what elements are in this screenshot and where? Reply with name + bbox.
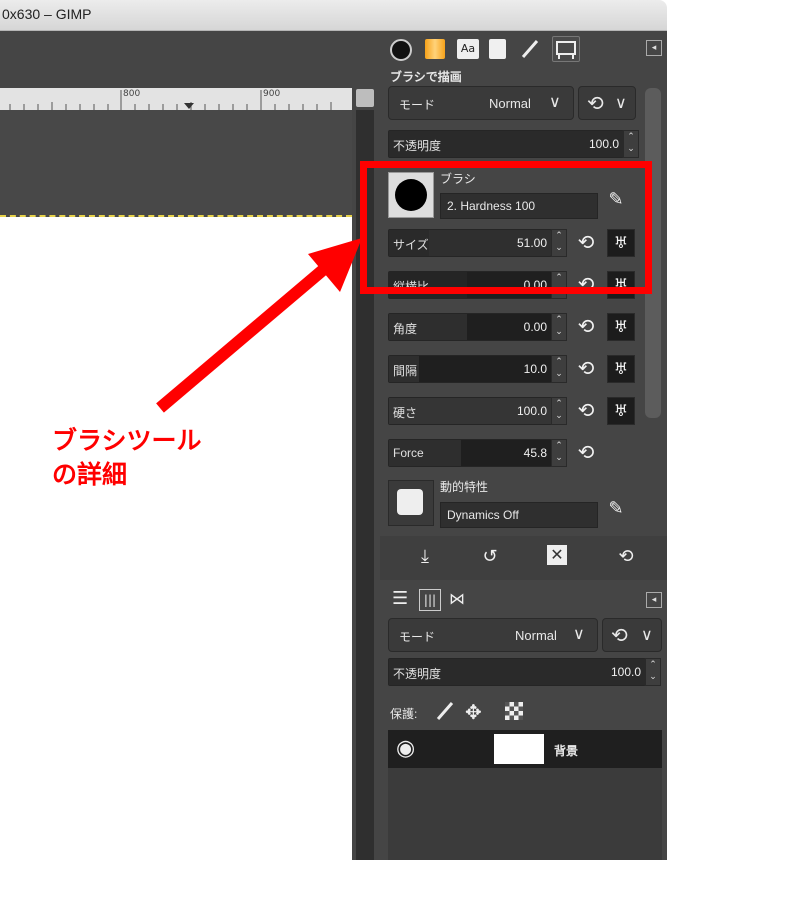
hardness-slider[interactable]: 硬さ 100.0 [388, 397, 552, 425]
lock-position-icon[interactable]: ✥ [465, 700, 482, 724]
layer-opacity-value: 100.0 [610, 665, 641, 679]
chevron-down-icon: ∨ [641, 627, 653, 644]
lock-label: 保護: [390, 707, 418, 721]
horizontal-ruler[interactable]: 800 900 [0, 88, 352, 110]
reset-icon: ⟲ [587, 93, 604, 115]
hardness-label: 硬さ [393, 406, 418, 420]
layer-name: 背景 [554, 744, 579, 758]
eye-icon[interactable]: ◉ [396, 736, 415, 761]
force-slider[interactable]: Force 45.8 [388, 439, 552, 467]
layer-mode-reset-button[interactable]: ⟲ ∨ [602, 618, 662, 652]
lock-pixels-icon[interactable] [434, 700, 456, 726]
dynamics-preview-button[interactable] [388, 480, 434, 526]
mode-dropdown[interactable]: モード Normal ∨ [388, 86, 574, 120]
document-tab-icon[interactable] [489, 39, 506, 59]
channels-tab-icon[interactable]: ||| [419, 589, 441, 611]
layers-tab-icon[interactable]: ☰ [392, 589, 412, 609]
layers-dock-menu-icon[interactable]: ◂ [646, 592, 662, 608]
dynamics-name: Dynamics Off [447, 508, 519, 522]
paintbrush-tab-icon[interactable] [519, 38, 541, 60]
chevron-down-icon: ∨ [549, 94, 561, 111]
force-reset-icon[interactable]: ⟲ [575, 441, 597, 463]
angle-spinner[interactable]: ⌃ ⌄ [551, 313, 567, 341]
hardness-value: 100.0 [516, 404, 547, 418]
edit-dynamics-icon[interactable]: ✎ [603, 496, 629, 522]
brush-details-highlight [360, 161, 652, 294]
angle-value: 0.00 [523, 320, 547, 334]
angle-link-icon[interactable]: ♅ [607, 313, 635, 341]
angle-label: 角度 [393, 322, 418, 336]
annotation-line-2: の詳細 [52, 460, 128, 489]
force-value: 45.8 [523, 446, 547, 460]
delete-options-icon[interactable]: ✕ [547, 545, 567, 565]
layer-opacity-label: 不透明度 [393, 667, 442, 681]
tool-options-tab-icon[interactable] [552, 36, 580, 62]
spacing-link-icon[interactable]: ♅ [607, 355, 635, 383]
spacing-spinner[interactable]: ⌃ ⌄ [551, 355, 567, 383]
window-title: 0x630 – GIMP [2, 6, 92, 22]
angle-slider[interactable]: 角度 0.00 [388, 313, 552, 341]
ruler-tick-800: 800 [123, 89, 141, 99]
opacity-spinner[interactable]: ⌃ ⌄ [623, 130, 639, 158]
window-titlebar: 0x630 – GIMP [0, 0, 667, 31]
opacity-value: 100.0 [588, 137, 619, 151]
navigate-icon[interactable] [356, 89, 374, 107]
layer-opacity-slider[interactable]: 不透明度 100.0 [388, 658, 646, 686]
tool-options-header: ブラシで描画 [390, 70, 462, 84]
hardness-reset-icon[interactable]: ⟲ [575, 399, 597, 421]
force-spinner[interactable]: ⌃ ⌄ [551, 439, 567, 467]
save-options-icon[interactable]: ⤓ [413, 545, 437, 569]
spacing-label: 間隔 [393, 364, 418, 378]
image-canvas[interactable] [0, 110, 352, 217]
layer-opacity-spinner[interactable]: ⌃ ⌄ [645, 658, 661, 686]
annotation-text: ブラシツール の詳細 [52, 424, 202, 492]
force-label: Force [393, 446, 424, 460]
paths-tab-icon[interactable]: ⋈ [449, 589, 475, 609]
spacing-slider[interactable]: 間隔 10.0 [388, 355, 552, 383]
reset-options-icon[interactable]: ⟲ [614, 545, 638, 569]
lock-alpha-icon[interactable] [505, 702, 523, 720]
font-tab-icon[interactable]: Aa [457, 39, 479, 59]
chevron-down-icon: ∨ [615, 95, 627, 112]
opacity-slider[interactable]: 不透明度 100.0 [388, 130, 624, 158]
gradient-tab-icon[interactable] [425, 39, 445, 59]
hardness-link-icon[interactable]: ♅ [607, 397, 635, 425]
annotation-line-1: ブラシツール [52, 426, 202, 455]
dynamics-name-field[interactable]: Dynamics Off [440, 502, 598, 528]
mode-value: Normal [489, 96, 531, 111]
hardness-spinner[interactable]: ⌃ ⌄ [551, 397, 567, 425]
chevron-down-icon: ∨ [573, 626, 585, 643]
brush-preview-tab-icon[interactable] [390, 39, 412, 61]
mode-reset-button[interactable]: ⟲ ∨ [578, 86, 636, 120]
reset-icon: ⟲ [611, 625, 628, 647]
layer-mode-label: モード [399, 630, 436, 644]
layer-thumbnail [494, 734, 544, 764]
layer-row[interactable]: ◉ 背景 [388, 730, 662, 768]
layer-mode-value: Normal [515, 628, 557, 643]
ruler-tick-900: 900 [263, 89, 281, 99]
restore-options-icon[interactable]: ↺ [478, 545, 502, 569]
angle-reset-icon[interactable]: ⟲ [575, 315, 597, 337]
layer-mode-dropdown[interactable]: モード Normal ∨ [388, 618, 598, 652]
dock-menu-icon[interactable]: ◂ [646, 40, 662, 56]
spacing-reset-icon[interactable]: ⟲ [575, 357, 597, 379]
annotation-arrow [156, 238, 362, 413]
opacity-label: 不透明度 [393, 139, 442, 153]
dynamics-label: 動的特性 [440, 480, 489, 494]
spacing-value: 10.0 [523, 362, 547, 376]
mode-label: モード [399, 98, 436, 112]
